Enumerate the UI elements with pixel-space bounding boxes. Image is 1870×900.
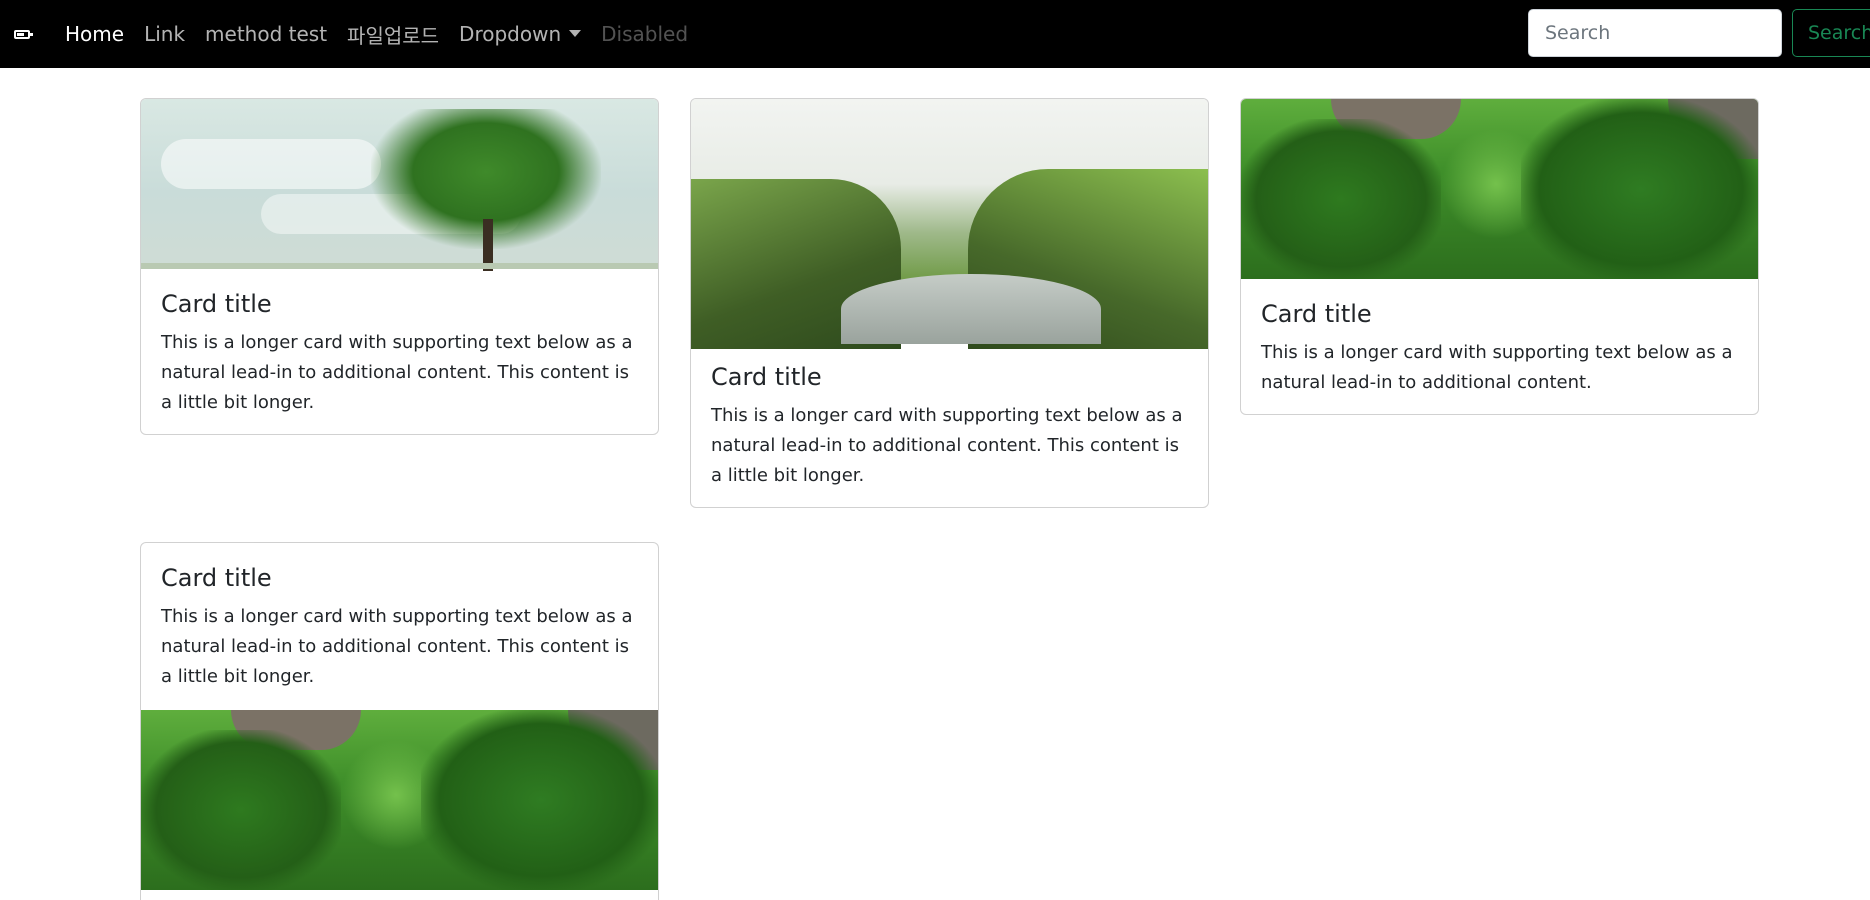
card-body: Card title This is a longer card with su… <box>691 342 1208 507</box>
card-title: Card title <box>161 564 272 592</box>
navbar: Home Link method test 파일업로드 Dropdown Dis… <box>0 0 1870 68</box>
nav-home[interactable]: Home <box>65 22 124 46</box>
battery-icon[interactable] <box>14 30 33 39</box>
card-text: This is a longer card with supporting te… <box>1261 342 1733 393</box>
card-text: This is a longer card with supporting te… <box>711 405 1183 486</box>
card: Card title This is a longer card with su… <box>140 542 659 900</box>
nav-file-upload[interactable]: 파일업로드 <box>347 20 439 49</box>
card: Card title This is a longer card with su… <box>140 98 659 435</box>
card-image-bushes <box>1241 99 1758 279</box>
nav-method-test[interactable]: method test <box>205 22 327 46</box>
nav-link[interactable]: Link <box>144 22 185 46</box>
card-image-tree <box>141 99 658 271</box>
card-body: Card title This is a longer card with su… <box>141 543 658 710</box>
card-text: This is a longer card with supporting te… <box>161 606 633 687</box>
card: Card title This is a longer card with su… <box>690 98 1209 508</box>
nav-disabled: Disabled <box>601 22 689 46</box>
search-button[interactable]: Search <box>1792 9 1870 57</box>
card-body: Card title This is a longer card with su… <box>1241 279 1758 414</box>
card-text: This is a longer card with supporting te… <box>161 332 633 413</box>
nav-dropdown-label: Dropdown <box>459 22 562 46</box>
card-title: Card title <box>711 363 822 391</box>
nav-dropdown[interactable]: Dropdown <box>459 22 582 46</box>
card-image-canyon <box>691 99 1208 349</box>
card-image-bushes <box>141 710 658 890</box>
caret-down-icon <box>569 30 582 37</box>
card-title: Card title <box>1261 300 1372 328</box>
card: Card title This is a longer card with su… <box>1240 98 1759 415</box>
card-body: Card title This is a longer card with su… <box>141 269 658 434</box>
card-title: Card title <box>161 290 272 318</box>
search-input[interactable] <box>1528 9 1782 57</box>
nav-links: Home Link method test 파일업로드 Dropdown Dis… <box>65 0 708 68</box>
